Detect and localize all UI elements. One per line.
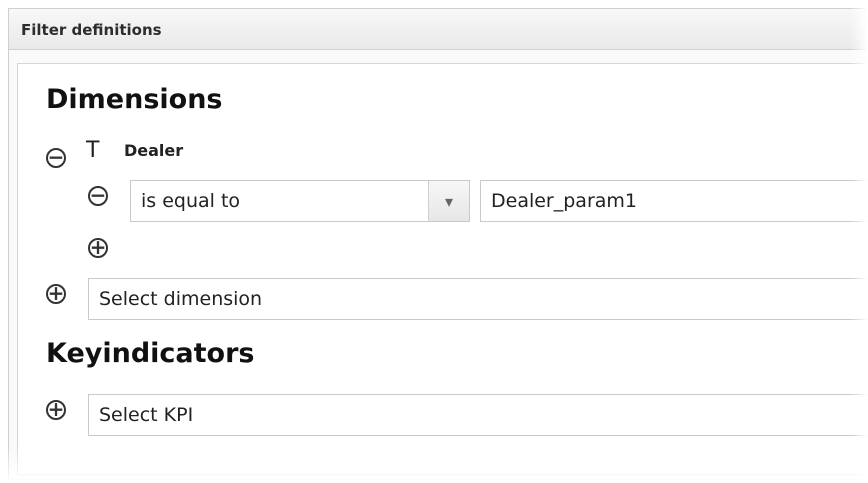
select-kpi-placeholder: Select KPI [99, 404, 194, 426]
panel-body: Dimensions − T Dealer − is equal to ▾ De… [17, 63, 868, 475]
select-dimension-input[interactable]: Select dimension [88, 278, 868, 320]
remove-condition-button[interactable]: − [88, 183, 108, 207]
add-condition-button[interactable]: + [88, 235, 108, 259]
minus-icon: − [89, 183, 107, 207]
minus-icon: − [47, 145, 65, 169]
plus-icon: + [89, 235, 107, 259]
torn-right-edge [850, 0, 868, 483]
select-kpi-input[interactable]: Select KPI [88, 394, 868, 436]
condition-value-text: Dealer_param1 [491, 190, 637, 212]
panel-title: Filter definitions [21, 21, 162, 39]
dimension-field-label: Dealer [124, 141, 184, 160]
torn-bottom-edge [0, 447, 868, 483]
chevron-down-icon: ▾ [444, 191, 454, 211]
operator-select[interactable]: is equal to ▾ [130, 180, 470, 222]
panel-header: Filter definitions [9, 9, 868, 50]
add-kpi-button[interactable]: + [46, 397, 66, 421]
remove-dimension-button[interactable]: − [46, 145, 66, 169]
dimensions-title: Dimensions [46, 84, 223, 115]
text-type-icon: T [86, 138, 100, 163]
operator-value: is equal to [141, 190, 241, 212]
condition-value-input[interactable]: Dealer_param1 [480, 180, 868, 222]
select-dimension-placeholder: Select dimension [99, 288, 263, 310]
add-dimension-button[interactable]: + [46, 281, 66, 305]
plus-icon: + [47, 281, 65, 305]
filter-definitions-panel: Filter definitions Dimensions − T Dealer… [8, 8, 868, 480]
plus-icon: + [47, 397, 65, 421]
operator-dropdown-button[interactable]: ▾ [428, 181, 469, 221]
keyindicators-title: Keyindicators [46, 338, 255, 369]
